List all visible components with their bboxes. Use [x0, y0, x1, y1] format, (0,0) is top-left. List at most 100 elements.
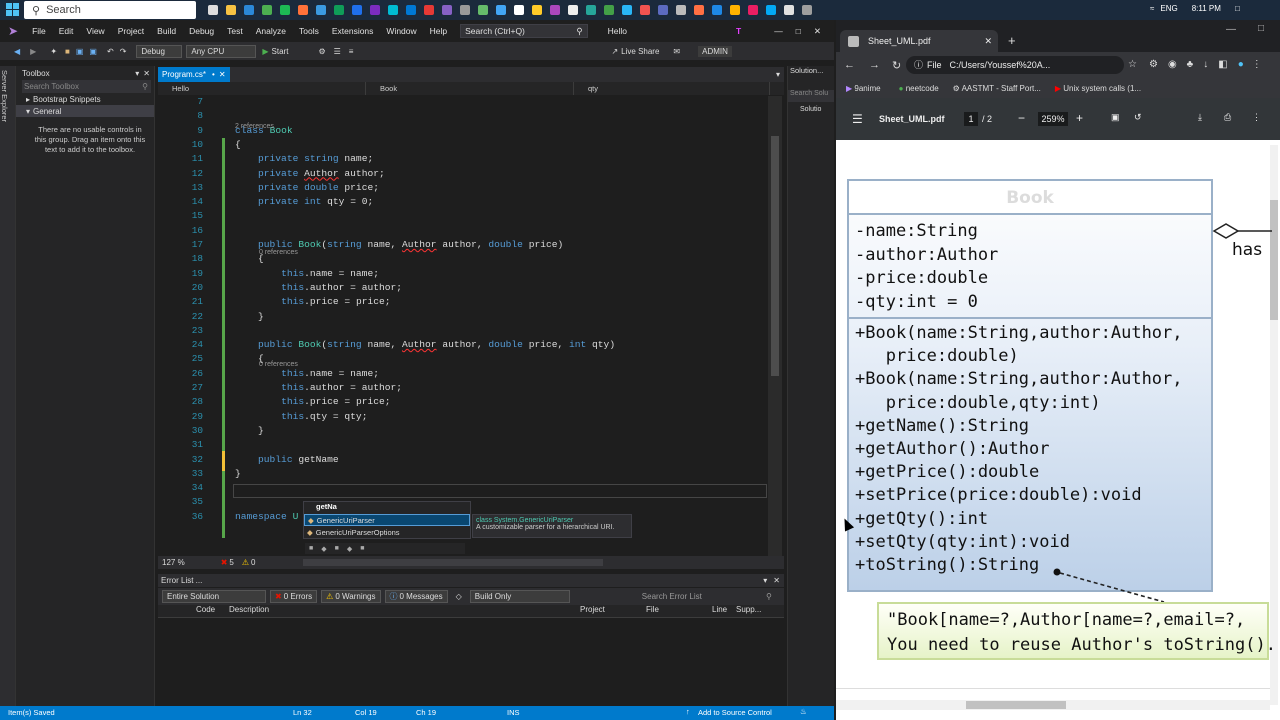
- filter-icon[interactable]: ◆: [347, 545, 352, 553]
- profile-avatar[interactable]: T: [736, 26, 741, 36]
- app-icon[interactable]: [334, 5, 344, 15]
- intellisense-list[interactable]: getNa ◆ GenericUriParser ◆ GenericUriParse…: [303, 501, 471, 539]
- zoom-in-button[interactable]: +: [1076, 111, 1083, 125]
- column-description[interactable]: Description: [229, 605, 269, 614]
- project-dropdown[interactable]: Hello: [158, 82, 366, 95]
- app-icon[interactable]: [388, 5, 398, 15]
- back-icon[interactable]: ←: [844, 59, 855, 71]
- solution-node[interactable]: Solutio: [788, 106, 834, 117]
- fit-page-icon[interactable]: ▣: [1111, 112, 1120, 123]
- column-project[interactable]: Project: [580, 605, 605, 614]
- tab-program-cs[interactable]: Program.cs* • ✕: [158, 67, 230, 82]
- extension-icon[interactable]: ⚙: [1149, 59, 1158, 70]
- close-button[interactable]: ✕: [814, 26, 821, 37]
- code-line[interactable]: this.author = author;: [235, 382, 402, 393]
- intellisense-item[interactable]: ◆ GenericUriParserOptions: [304, 526, 470, 538]
- add-to-source-control[interactable]: Add to Source Control: [698, 708, 772, 717]
- git-icon[interactable]: [424, 5, 434, 15]
- menu-edit[interactable]: Edit: [59, 26, 74, 36]
- error-list-search[interactable]: Search Error List ⚲: [642, 590, 772, 603]
- code-line[interactable]: {: [235, 139, 241, 150]
- app-icon[interactable]: [802, 5, 812, 15]
- wifi-icon[interactable]: ≈: [1150, 4, 1154, 13]
- toolbox-search[interactable]: Search Toolbox ⚲: [22, 80, 151, 93]
- app-icon[interactable]: [496, 5, 506, 15]
- app-icon[interactable]: [748, 5, 758, 15]
- live-share-button[interactable]: ↗ Live Share: [611, 47, 659, 56]
- errors-filter-button[interactable]: ✖ 0 Errors: [270, 590, 318, 603]
- mail-icon[interactable]: [244, 5, 254, 15]
- download-icon[interactable]: ↓: [1203, 59, 1208, 70]
- undo-icon[interactable]: ↶: [107, 47, 114, 56]
- address-bar[interactable]: ⓘ File C:/Users/Youssef%20A...: [906, 56, 1124, 74]
- bookmark-neetcode[interactable]: ● neetcode: [899, 84, 939, 93]
- filter-icon[interactable]: ■: [360, 545, 364, 552]
- bell-icon[interactable]: ♨: [800, 707, 807, 716]
- pdf-zoom-input[interactable]: 259%: [1038, 112, 1068, 126]
- window-restore-button[interactable]: □: [1258, 23, 1264, 34]
- menu-tools[interactable]: Tools: [299, 26, 319, 36]
- save-icon[interactable]: ▣: [76, 47, 84, 56]
- code-line[interactable]: public getName: [235, 454, 339, 465]
- app-icon[interactable]: [766, 5, 776, 15]
- filter-icon[interactable]: ■: [309, 545, 313, 552]
- app-icon[interactable]: [370, 5, 380, 15]
- puzzle-icon[interactable]: ♣: [1187, 59, 1194, 70]
- visual-studio-icon[interactable]: [442, 5, 452, 15]
- menu-extensions[interactable]: Extensions: [332, 26, 374, 36]
- chrome-tab-pdf[interactable]: Sheet_UML.pdf ✕: [840, 30, 998, 52]
- close-icon[interactable]: ✕: [773, 576, 780, 585]
- clock[interactable]: 8:11 PM: [1192, 4, 1221, 13]
- language-indicator[interactable]: ENG: [1160, 4, 1177, 13]
- code-line[interactable]: private double price;: [235, 182, 379, 193]
- app-icon[interactable]: [784, 5, 794, 15]
- start-button[interactable]: ▶ Start: [262, 47, 288, 56]
- app-icon[interactable]: [604, 5, 614, 15]
- window-minimize-button[interactable]: —: [1226, 24, 1236, 35]
- code-line[interactable]: private Author author;: [235, 168, 385, 179]
- code-lens-ctor1[interactable]: 0 references: [259, 249, 298, 256]
- toolbar-icon[interactable]: ≡: [349, 47, 354, 56]
- code-line[interactable]: this.price = price;: [235, 296, 390, 307]
- column-file[interactable]: File: [646, 605, 659, 614]
- redo-icon[interactable]: ↷: [120, 47, 127, 56]
- extension-icon[interactable]: ◉: [1168, 59, 1177, 70]
- code-line[interactable]: public Book(string name, Author author, …: [235, 339, 615, 350]
- code-line[interactable]: private string name;: [235, 153, 373, 164]
- menu-project[interactable]: Project: [118, 26, 144, 36]
- menu-dots-icon[interactable]: ⋮: [1252, 59, 1262, 70]
- server-explorer-tab[interactable]: Server Explorer: [0, 66, 16, 706]
- taskbar-search[interactable]: ⚲ Search: [24, 1, 196, 19]
- zoom-out-button[interactable]: −: [1018, 111, 1025, 125]
- code-line[interactable]: namespace U: [235, 511, 298, 522]
- menu-debug[interactable]: Debug: [189, 26, 214, 36]
- code-line[interactable]: this.price = price;: [235, 396, 390, 407]
- solution-explorer-search[interactable]: Search Solu: [788, 90, 834, 102]
- code-line[interactable]: }: [235, 311, 264, 322]
- code-line[interactable]: this.name = name;: [235, 368, 379, 379]
- app-icon[interactable]: [478, 5, 488, 15]
- editor-horizontal-scrollbar[interactable]: [303, 559, 604, 566]
- app-icon[interactable]: [550, 5, 560, 15]
- spotify-icon[interactable]: [280, 5, 290, 15]
- toolbar-icon[interactable]: ☰: [334, 47, 341, 56]
- minimize-button[interactable]: —: [774, 26, 783, 36]
- editor-vertical-scrollbar[interactable]: [768, 96, 782, 556]
- pin-icon[interactable]: •: [212, 70, 215, 79]
- edge-icon[interactable]: [316, 5, 326, 15]
- column-line[interactable]: Line: [712, 605, 727, 614]
- app-icon[interactable]: [676, 5, 686, 15]
- code-line[interactable]: this.qty = qty;: [235, 411, 367, 422]
- pdf-horizontal-scrollbar[interactable]: [836, 700, 1270, 710]
- maximize-button[interactable]: □: [796, 26, 801, 36]
- chrome-icon[interactable]: [262, 5, 272, 15]
- star-icon[interactable]: ☆: [1128, 59, 1137, 70]
- class-dropdown[interactable]: Book: [366, 82, 574, 95]
- status-column[interactable]: Col 19: [355, 708, 377, 717]
- platform-dropdown[interactable]: Any CPU: [186, 44, 257, 58]
- bookmark-unix[interactable]: ▶ Unix system calls (1...: [1055, 84, 1141, 93]
- notification-icon[interactable]: □: [1235, 4, 1240, 13]
- menu-test[interactable]: Test: [227, 26, 243, 36]
- close-icon[interactable]: ✕: [219, 70, 226, 79]
- intellisense-item[interactable]: ◆ GenericUriParser: [304, 514, 470, 526]
